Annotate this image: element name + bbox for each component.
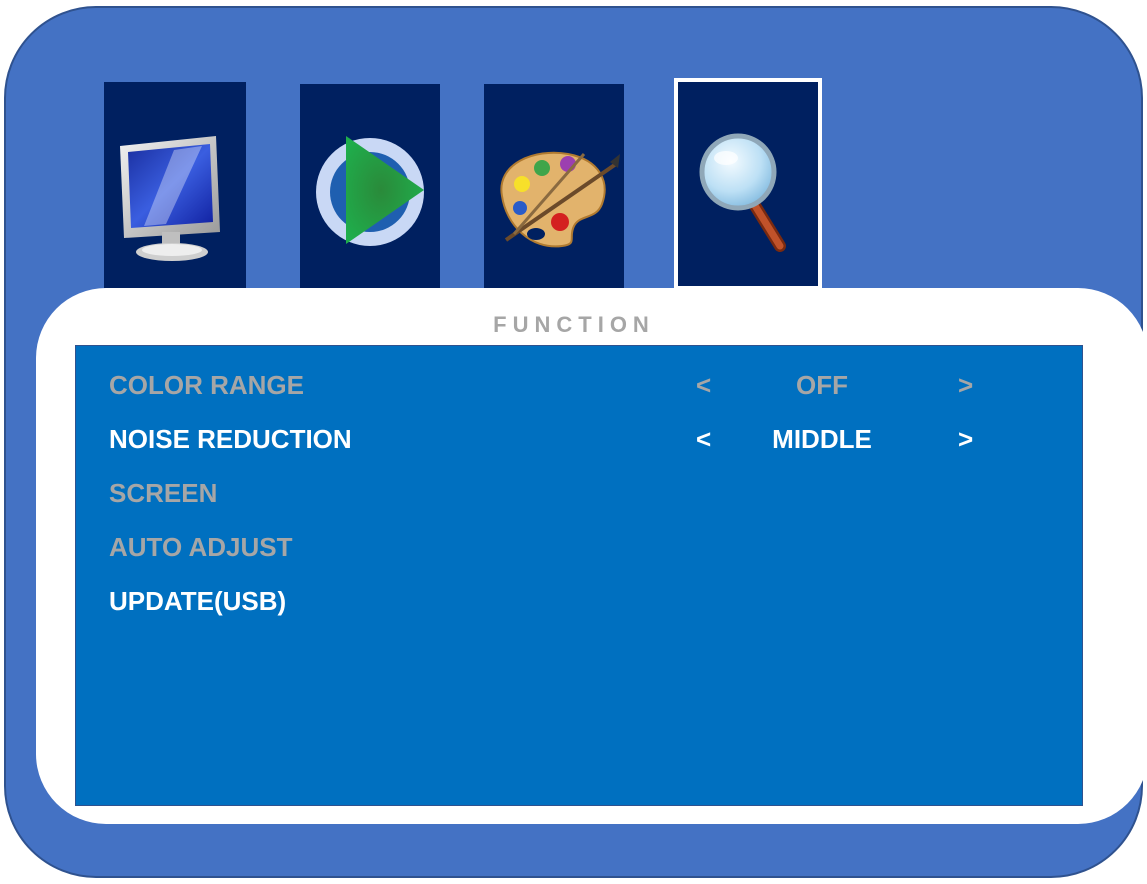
- menu-item-label: NOISE REDUCTION: [109, 424, 352, 454]
- decrease-arrow[interactable]: <: [696, 370, 711, 401]
- menu-item-label: SCREEN: [109, 478, 218, 508]
- tab-color[interactable]: [484, 84, 624, 288]
- menu-item-screen[interactable]: SCREEN: [109, 478, 1069, 518]
- palette-icon: [500, 151, 620, 248]
- decrease-arrow[interactable]: <: [696, 424, 711, 455]
- tab-function[interactable]: [674, 78, 822, 290]
- tab-picture[interactable]: [104, 82, 246, 288]
- panel-title: FUNCTION: [493, 312, 655, 337]
- menu-item-label: UPDATE(USB): [109, 586, 287, 616]
- magnifier-icon: [699, 133, 786, 252]
- menu-item-noise-reduction[interactable]: NOISE REDUCTION < MIDDLE >: [109, 424, 1069, 464]
- play-icon: [316, 136, 424, 246]
- menu-item-color-range[interactable]: COLOR RANGE < OFF >: [109, 370, 1069, 410]
- menu-item-value: MIDDLE: [772, 424, 872, 454]
- tab-input[interactable]: [300, 84, 440, 288]
- menu-item-label: COLOR RANGE: [109, 370, 304, 400]
- function-menu: COLOR RANGE < OFF > NOISE REDUCTION < MI…: [75, 345, 1083, 806]
- monitor-icon: [120, 136, 220, 261]
- menu-item-value: OFF: [796, 370, 848, 400]
- increase-arrow[interactable]: >: [958, 370, 973, 401]
- menu-item-label: AUTO ADJUST: [109, 532, 293, 562]
- increase-arrow[interactable]: >: [958, 424, 973, 455]
- menu-item-update-usb[interactable]: UPDATE(USB): [109, 586, 1069, 626]
- menu-item-auto-adjust[interactable]: AUTO ADJUST: [109, 532, 1069, 572]
